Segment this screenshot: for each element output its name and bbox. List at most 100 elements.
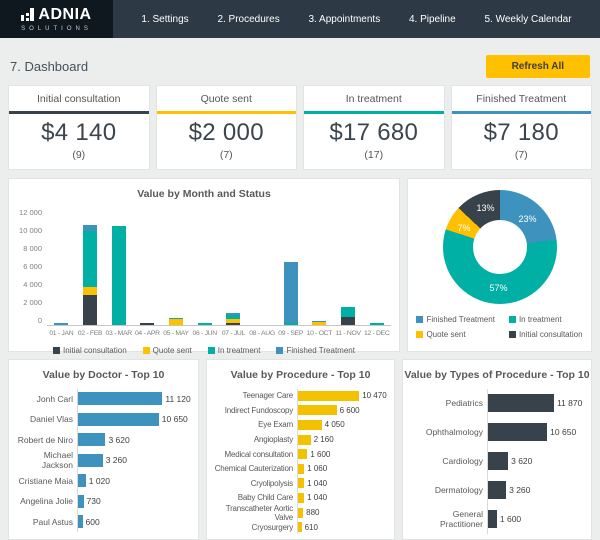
x-axis-label: 09 - SEP: [276, 326, 305, 337]
bar-segment: [284, 323, 298, 325]
row-bar: [298, 420, 322, 430]
bar-column: [190, 208, 219, 325]
procedure-chart-title: Value by Procedure - Top 10: [207, 360, 394, 381]
row-label: Teenager Care: [213, 391, 297, 400]
chart-row: Ophthalmology10 650: [409, 418, 585, 447]
nav-item-procedures[interactable]: 2. Procedures: [217, 14, 279, 25]
refresh-all-button[interactable]: Refresh All: [486, 55, 590, 78]
chart-row: Paul Astus600: [15, 512, 192, 533]
row-bar: [298, 435, 311, 445]
row-label: Transcatheter Aortic Valve: [213, 504, 297, 522]
kpi-count: (7): [452, 149, 592, 161]
bar-column: [133, 208, 162, 325]
row-label: Cardiology: [409, 456, 487, 466]
kpi-label: Finished Treatment: [452, 86, 592, 111]
chart-row: Chemical Cauterization1 060: [213, 461, 388, 476]
y-tick-label: 10 000: [17, 226, 42, 235]
bar-segment: [140, 323, 154, 324]
kpi-value: $7 180: [452, 119, 592, 147]
row-value-label: 730: [84, 496, 101, 506]
row-value-label: 2 160: [311, 435, 334, 444]
bar-column: [305, 208, 334, 325]
nav-menu: 1. Settings 2. Procedures 3. Appointment…: [113, 0, 600, 38]
row-track: 1 020: [77, 471, 192, 492]
chart-row: Michael Jackson 3 260: [15, 450, 192, 471]
row-label: Pediatrics: [409, 398, 487, 408]
row-value-label: 11 120: [162, 394, 190, 404]
legend-swatch: [276, 347, 283, 354]
row-track: 10 650: [487, 418, 585, 447]
row-label: Cristiane Maia: [15, 476, 77, 486]
brand-logo: ADNIA SOLUTIONS: [0, 0, 113, 38]
kpi-row: Initial consultation $4 140 (9) Quote se…: [0, 85, 600, 170]
bar-column: [248, 208, 277, 325]
row-bar: [298, 405, 337, 415]
legend-swatch: [208, 347, 215, 354]
row-label: Medical consultation: [213, 450, 297, 459]
value-by-types-panel: Value by Types of Procedure - Top 10 Ped…: [402, 359, 592, 540]
row-track: 3 620: [487, 447, 585, 476]
nav-item-pipeline[interactable]: 4. Pipeline: [409, 14, 456, 25]
bar-segment: [169, 319, 183, 324]
value-by-doctor-panel: Value by Doctor - Top 10 Jonh Carl 11 120…: [8, 359, 199, 540]
x-axis-label: 07 - JUL: [219, 326, 248, 337]
kpi-value: $17 680: [304, 119, 444, 147]
nav-item-weekly-calendar[interactable]: 5. Weekly Calendar: [484, 14, 571, 25]
row-label: Michael Jackson: [15, 450, 77, 470]
legend-swatch: [509, 316, 516, 323]
x-axis-label: 12 - DEC: [362, 326, 391, 337]
kpi-card-finished-treatment: Finished Treatment $7 180 (7): [451, 85, 593, 170]
row-track: 610: [297, 520, 388, 535]
row-track: 6 600: [297, 403, 388, 418]
bar-segment: [198, 323, 212, 325]
row-value-label: 3 620: [508, 456, 532, 466]
y-tick-label: 8 000: [17, 244, 42, 253]
row-bar: [78, 392, 162, 405]
row-value-label: 3 260: [103, 455, 127, 465]
nav-item-appointments[interactable]: 3. Appointments: [308, 14, 380, 25]
row-value-label: 10 470: [359, 391, 386, 400]
legend-item: Initial consultation: [509, 330, 583, 339]
bar-segment: [341, 317, 355, 325]
status-donut-chart: 23%57%7%13%: [443, 190, 557, 304]
legend-item: In treatment: [509, 315, 583, 324]
kpi-accent-bar: [9, 111, 149, 114]
monthly-bars-plot: [47, 208, 391, 326]
kpi-card-initial-consultation: Initial consultation $4 140 (9): [8, 85, 150, 170]
row-track: 1 060: [297, 461, 388, 476]
x-axis-label: 10 - OCT: [305, 326, 334, 337]
brand-name: ADNIA: [38, 7, 91, 23]
row-value-label: 3 620: [105, 435, 129, 445]
row-value-label: 610: [302, 523, 318, 532]
donut-percent-label: 23%: [519, 214, 537, 224]
procedure-chart: Teenager Care10 470Indirect Fundoscopy6 …: [207, 381, 394, 535]
row-track: 1 600: [297, 447, 388, 462]
row-track: 11 120: [77, 389, 192, 410]
legend-swatch: [509, 331, 516, 338]
page-title: 7. Dashboard: [10, 59, 88, 74]
kpi-count: (7): [157, 149, 297, 161]
kpi-label: Initial consultation: [9, 86, 149, 111]
legend-item: Quote sent: [416, 330, 494, 339]
top-navbar: ADNIA SOLUTIONS 1. Settings 2. Procedure…: [0, 0, 600, 38]
chart-row: Angioplasty 2 160: [213, 432, 388, 447]
monthly-y-axis: 12 00010 0008 0006 0004 0002 0000: [17, 208, 47, 326]
row-label: Jonh Carl: [15, 394, 77, 404]
doctor-chart-title: Value by Doctor - Top 10: [9, 360, 198, 381]
row-track: 11 870: [487, 389, 585, 418]
bar-column: [219, 208, 248, 325]
row-bar: [488, 481, 506, 499]
value-by-procedure-panel: Value by Procedure - Top 10 Teenager Car…: [206, 359, 395, 540]
x-axis-label: 11 - NOV: [334, 326, 363, 337]
chart-row: Eye Exam4 050: [213, 418, 388, 433]
row-label: Angioplasty: [213, 435, 297, 444]
row-value-label: 600: [83, 517, 100, 527]
y-tick-label: 4 000: [17, 280, 42, 289]
legend-swatch: [416, 316, 423, 323]
chart-row: Medical consultation1 600: [213, 447, 388, 462]
nav-item-settings[interactable]: 1. Settings: [141, 14, 188, 25]
row-track: 730: [77, 491, 192, 512]
row-value-label: 1 060: [304, 464, 327, 473]
brand-tagline: SOLUTIONS: [21, 26, 92, 32]
monthly-legend: Initial consultationQuote sentIn treatme…: [9, 346, 399, 355]
